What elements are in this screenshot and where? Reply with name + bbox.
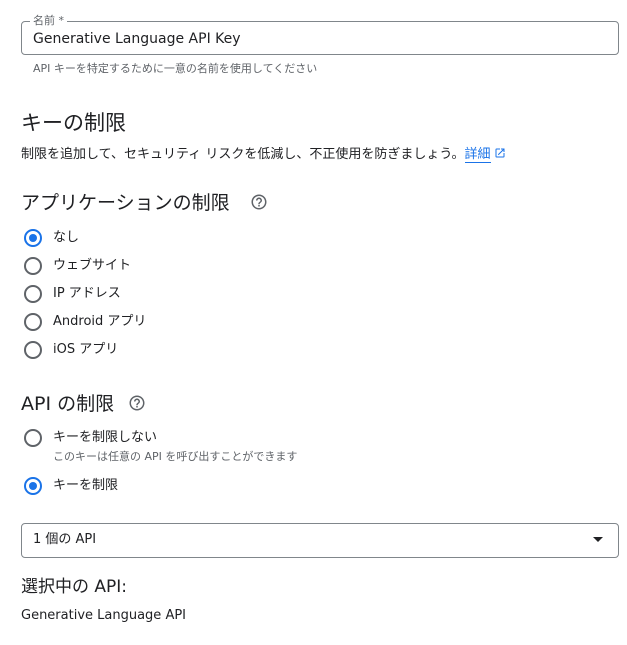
app-restriction-option-websites[interactable]: ウェブサイト (24, 255, 131, 277)
radio-button[interactable] (24, 285, 42, 303)
radio-label: キーを制限しない (53, 430, 158, 445)
radio-button[interactable] (24, 313, 42, 331)
learn-more-link[interactable]: 詳細 (464, 147, 491, 163)
radio-label: iOS アプリ (53, 342, 119, 357)
radio-button[interactable] (24, 341, 42, 359)
learn-more-link-label[interactable]: 詳細 (465, 147, 491, 162)
api-restrictions-title-text: API の制限 (21, 393, 115, 415)
api-restrictions-title: API の制限 (21, 392, 146, 418)
api-restriction-option-dont-restrict[interactable]: キーを制限しない (24, 427, 157, 449)
radio-label: Android アプリ (53, 314, 147, 329)
app-restriction-option-android[interactable]: Android アプリ (24, 311, 146, 333)
help-circle-icon[interactable] (250, 193, 268, 217)
radio-label: キーを制限 (53, 478, 119, 493)
app-restriction-option-ip[interactable]: IP アドレス (24, 283, 121, 305)
name-field-value[interactable]: Generative Language API Key (33, 30, 241, 48)
radio-label: ウェブサイト (53, 258, 132, 273)
name-field-label: 名前 * (30, 14, 67, 28)
selected-api-item: Generative Language API (21, 608, 187, 623)
radio-label: なし (53, 230, 80, 245)
radio-button[interactable] (24, 429, 42, 447)
open-in-new-icon (494, 147, 506, 164)
api-restriction-option-restrict[interactable]: キーを制限 (24, 475, 118, 497)
selected-apis-heading: 選択中の API: (21, 577, 128, 597)
key-restrictions-description-text: 制限を追加して、セキュリティ リスクを低減し、不正使用を防ぎましょう。 (21, 147, 465, 162)
radio-label: IP アドレス (53, 286, 121, 301)
name-field-hint: API キーを特定するために一意の名前を使用してください (33, 62, 318, 75)
dropdown-arrow-icon[interactable] (593, 537, 603, 542)
help-circle-icon[interactable] (128, 394, 146, 418)
key-restrictions-description: 制限を追加して、セキュリティ リスクを低減し、不正使用を防ぎましょう。詳細 (21, 146, 506, 164)
app-restriction-option-none[interactable]: なし (24, 227, 79, 249)
radio-sublabel: このキーは任意の API を呼び出すことができます (53, 450, 298, 463)
radio-button[interactable] (24, 229, 42, 247)
application-restrictions-title: アプリケーションの制限 (21, 191, 268, 217)
radio-button[interactable] (24, 257, 42, 275)
radio-button[interactable] (24, 477, 42, 495)
api-select-value[interactable]: 1 個の API (33, 532, 96, 548)
key-restrictions-title: キーの制限 (21, 111, 126, 135)
app-restriction-option-ios[interactable]: iOS アプリ (24, 339, 118, 361)
api-select-dropdown[interactable] (21, 523, 619, 558)
application-restrictions-title-text: アプリケーションの制限 (21, 192, 230, 214)
